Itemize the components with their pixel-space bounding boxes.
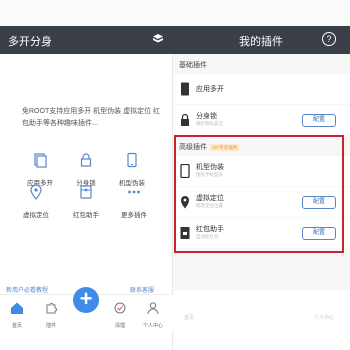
feature-virtual-location[interactable]: 虚拟定位 [8, 184, 64, 219]
intro-description: 免ROOT支持应用多开 机型伪装 虚拟定位 红包助手等各种趣味插件... [22, 108, 161, 127]
phone-icon [181, 82, 189, 96]
person-icon [147, 302, 159, 315]
plugin-row-lock[interactable]: 分身锁 保护隐私安全 配置 [174, 105, 350, 135]
feature-device-disguise[interactable]: 机型伪装 [104, 152, 160, 187]
configure-button[interactable]: 配置 [302, 114, 336, 127]
plugin-subtitle: 保护隐私安全 [196, 121, 223, 126]
basic-plugins-header: 基础插件 [179, 62, 207, 69]
nav-home[interactable]: 首页 [2, 301, 32, 329]
app-title: 多开分身 [8, 36, 52, 48]
clean-icon [114, 302, 126, 314]
lock-icon [181, 113, 189, 126]
nav-clean[interactable]: 清理 [105, 301, 135, 329]
nav-label: 个人中心 [142, 323, 163, 329]
nav-label: 清理 [114, 323, 125, 329]
help-button[interactable]: ? [322, 32, 336, 46]
feature-label: 更多插件 [121, 212, 147, 219]
location-icon [30, 184, 42, 200]
cube-icon[interactable] [152, 33, 164, 45]
nav-label: 首页 [11, 323, 22, 329]
puzzle-icon [46, 303, 57, 314]
plugins-title: 我的插件 [239, 36, 283, 48]
app-screen: 多开分身 我的插件 ? 免ROOT支持应用多开 机型伪装 虚拟定位 红包助手等各… [0, 0, 350, 350]
lock-icon [80, 153, 92, 167]
copy-icon [34, 153, 47, 168]
contact-link[interactable]: 联系客服 [130, 285, 154, 294]
nav-label[interactable]: 首页 [184, 314, 194, 321]
home-icon [11, 302, 23, 314]
nav-label[interactable]: 个人中心 [314, 314, 334, 321]
plugin-row-multi-open[interactable]: 应用多开 [174, 74, 350, 104]
plugins-bottom-area: 首页 个人中心 [174, 290, 350, 350]
home-panel: 免ROOT支持应用多开 机型伪装 虚拟定位 红包助手等各种趣味插件... 应用多… [0, 54, 173, 350]
nav-profile[interactable]: 个人中心 [138, 301, 168, 329]
feature-more-plugins[interactable]: 更多插件 [106, 184, 162, 219]
plugin-name: 分身锁 [196, 113, 217, 120]
nav-plugins[interactable]: 插件 [36, 301, 66, 329]
feature-label: 虚拟定位 [23, 212, 49, 219]
more-icon [128, 190, 140, 194]
tutorial-link[interactable]: 新用户必看教程 [6, 285, 48, 294]
bottom-nav: 首页 插件 + 清理 个人中心 [0, 287, 173, 332]
advanced-plugins-highlight [174, 135, 344, 253]
nav-label: 插件 [45, 323, 56, 329]
add-button[interactable]: + [73, 287, 99, 313]
top-bar: 多开分身 我的插件 ? [0, 26, 350, 54]
gift-icon [80, 185, 92, 199]
phone-icon [127, 152, 137, 168]
plugin-name: 应用多开 [196, 86, 224, 93]
